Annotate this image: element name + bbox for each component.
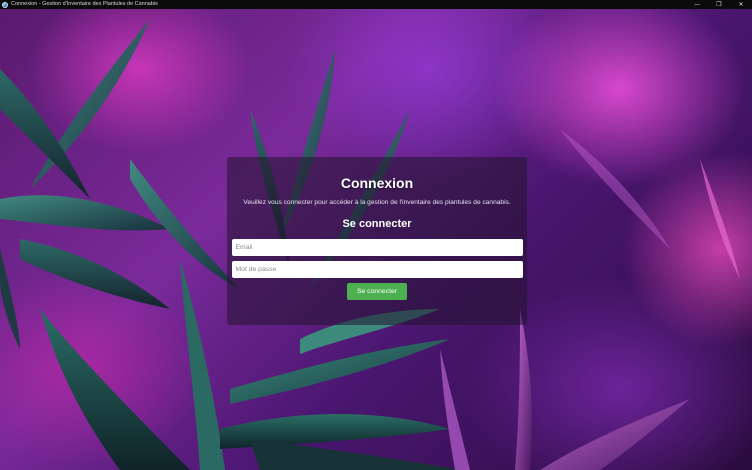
email-field[interactable]: [231, 239, 523, 256]
window-title-bar: Connexion - Gestion d'Inventaire des Pla…: [0, 0, 752, 9]
password-field[interactable]: [231, 261, 523, 278]
page-title: Connexion: [340, 175, 414, 191]
minimize-button[interactable]: —: [686, 0, 708, 9]
left-leaf-cluster: [0, 19, 240, 349]
login-button[interactable]: Se connecter: [347, 283, 407, 300]
login-instructions: Veuillez vous connecter pour accéder à l…: [243, 199, 511, 206]
window-controls: — ❐ ✕: [686, 0, 752, 9]
window-title: Connexion - Gestion d'Inventaire des Pla…: [11, 1, 158, 7]
login-section-title: Se connecter: [342, 218, 412, 230]
login-card: Connexion Veuillez vous connecter pour a…: [227, 157, 527, 325]
globe-icon: [2, 1, 8, 8]
close-button[interactable]: ✕: [730, 0, 752, 9]
maximize-button[interactable]: ❐: [708, 0, 730, 9]
